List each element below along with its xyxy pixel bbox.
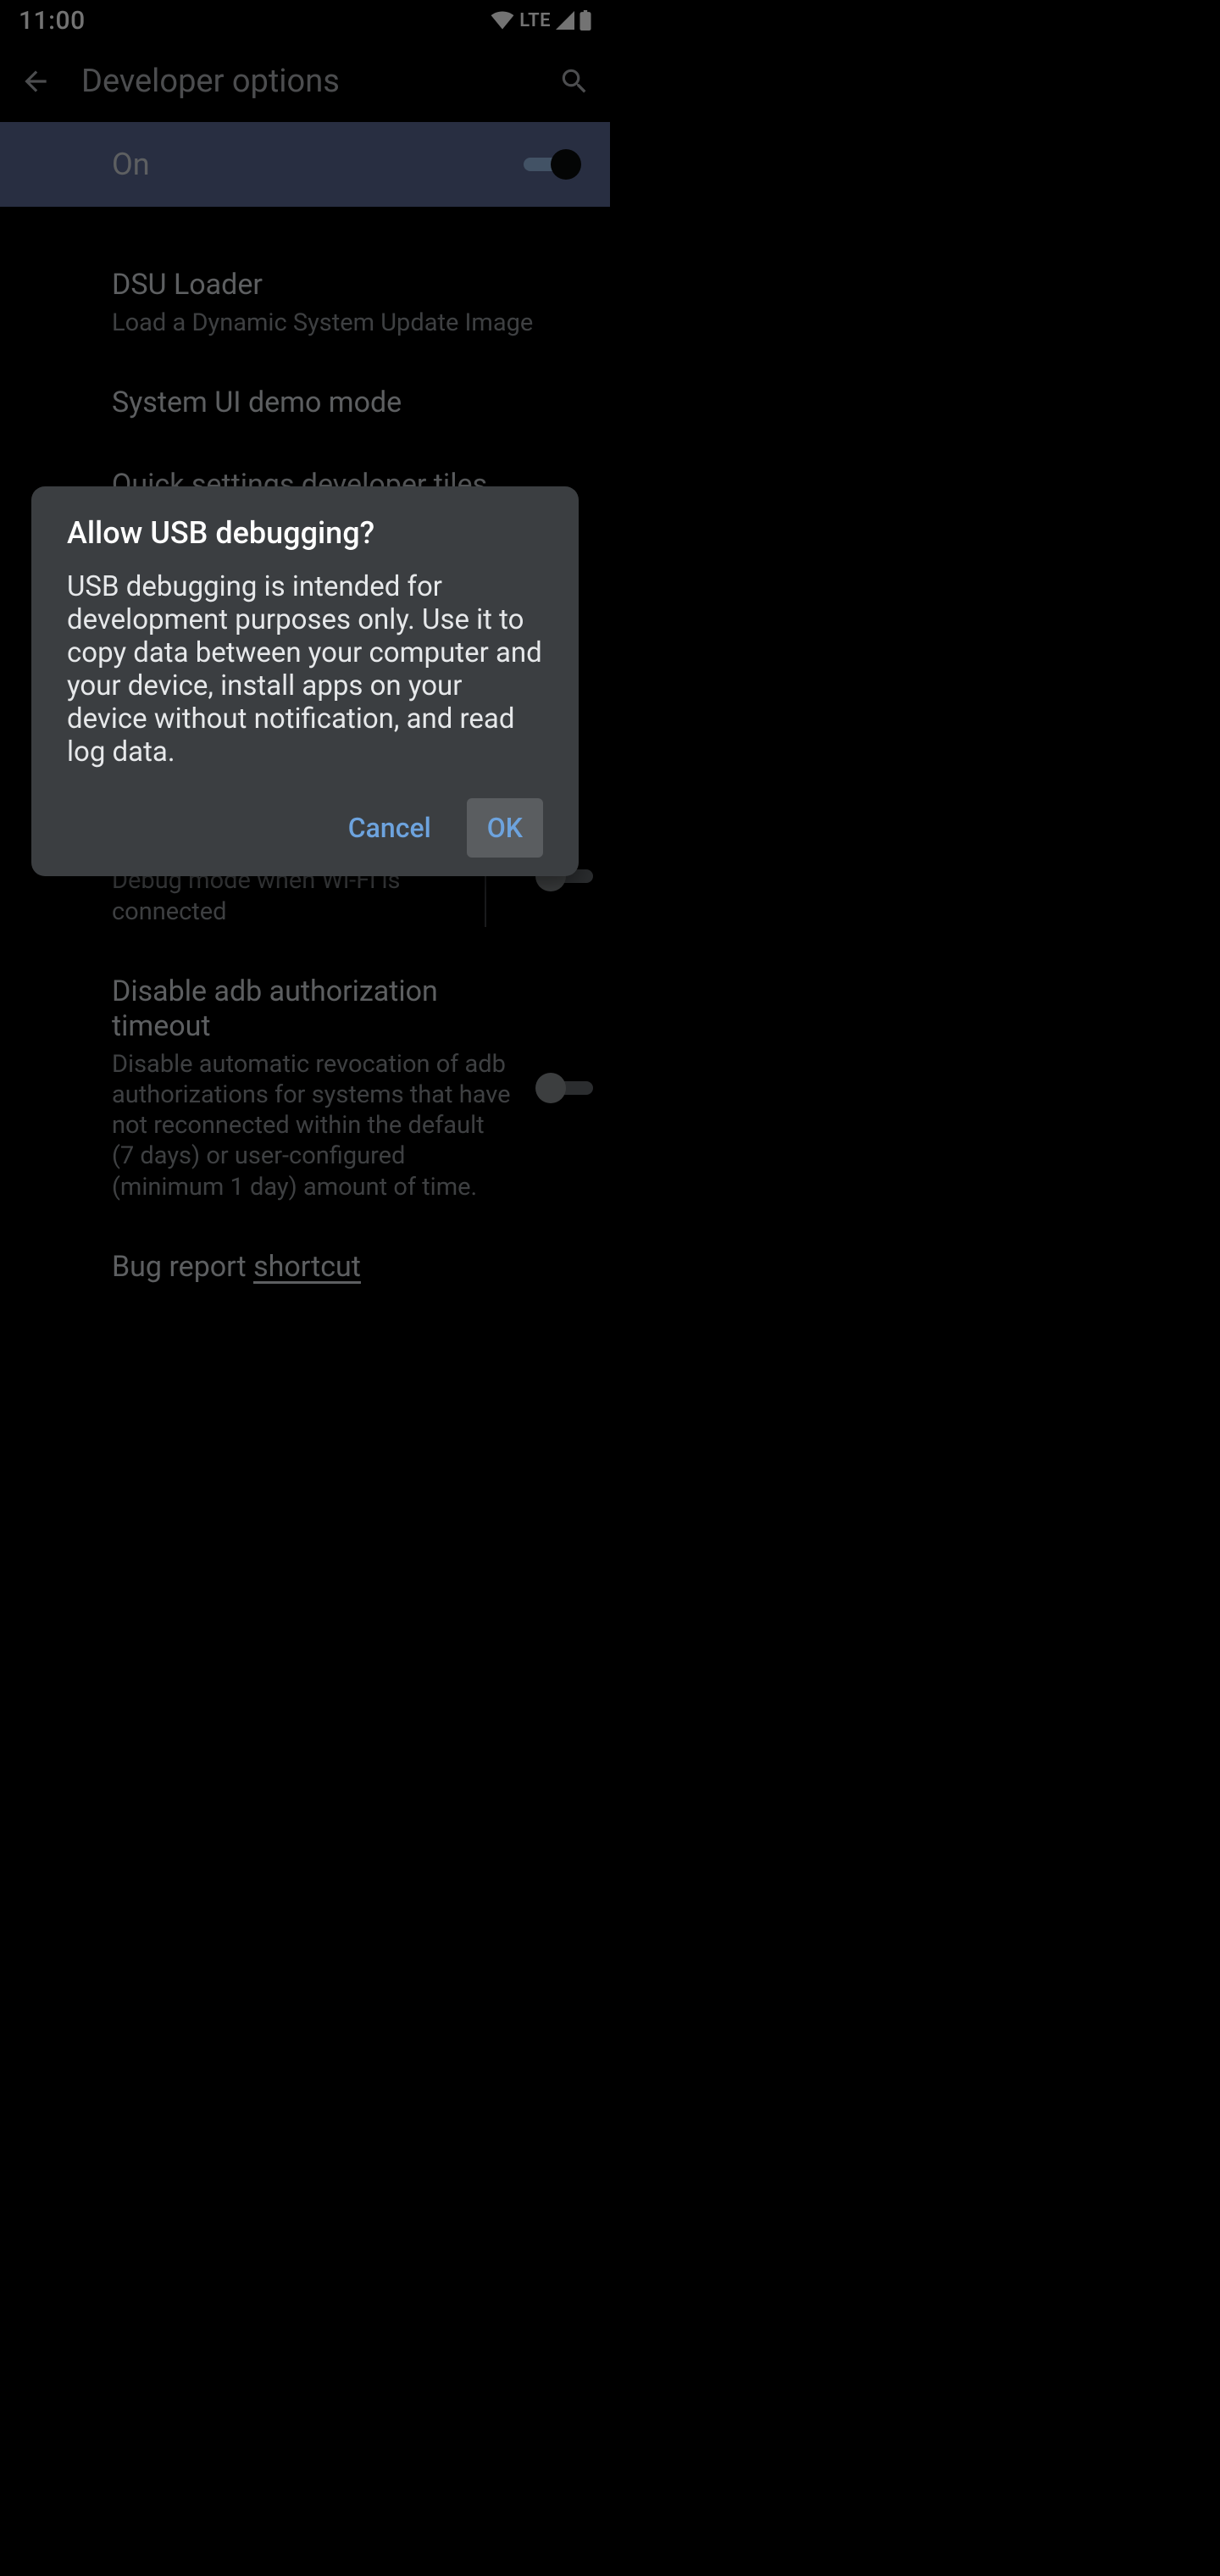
- cancel-button[interactable]: Cancel: [333, 800, 446, 856]
- ok-button[interactable]: OK: [467, 798, 543, 858]
- dialog-title: Allow USB debugging?: [67, 515, 543, 551]
- modal-overlay[interactable]: Allow USB debugging? USB debugging is in…: [0, 0, 610, 1288]
- usb-debugging-dialog: Allow USB debugging? USB debugging is in…: [31, 486, 579, 876]
- dialog-actions: Cancel OK: [67, 798, 543, 858]
- dialog-body: USB debugging is intended for developmen…: [67, 571, 543, 769]
